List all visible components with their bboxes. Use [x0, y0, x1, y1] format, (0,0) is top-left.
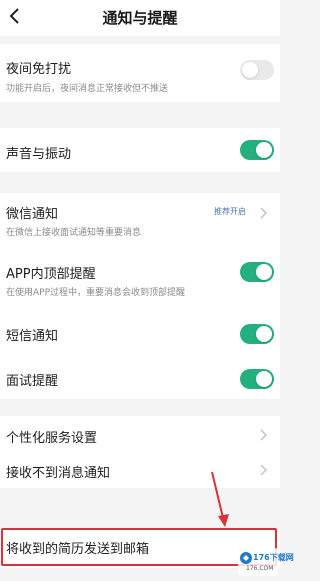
personalized-service-label: 个性化服务设置	[6, 431, 98, 446]
watermark-sub: 176.COM	[246, 565, 274, 572]
sound-vibration-toggle[interactable]	[240, 140, 274, 160]
interview-reminder-toggle[interactable]	[240, 369, 274, 389]
toggle-knob	[256, 371, 272, 387]
notification-group-card: 微信通知 在微信上接收面试通知等重要消息 推荐开启 APP内顶部提醒 在使用AP…	[0, 193, 280, 399]
sms-notify-toggle[interactable]	[240, 324, 274, 344]
sound-vibration-card: 声音与振动	[0, 128, 280, 172]
wechat-notify-label: 微信通知	[6, 207, 59, 222]
wechat-notify-description: 在微信上接收面试通知等重要消息	[6, 228, 142, 238]
watermark-brand: 176下载网	[253, 553, 294, 562]
night-dnd-toggle[interactable]	[240, 60, 274, 80]
no-messages-label: 接收不到消息通知	[6, 466, 111, 481]
annotation-highlight-box	[1, 528, 277, 566]
night-dnd-label: 夜间免打扰	[6, 62, 72, 77]
toggle-knob	[256, 326, 272, 342]
sound-vibration-label: 声音与振动	[6, 147, 72, 162]
chevron-right-icon	[260, 464, 268, 476]
in-app-banner-label: APP内顶部提醒	[6, 267, 96, 282]
site-logo-icon	[240, 552, 252, 564]
night-dnd-description: 功能开启后，夜间消息正常接收但不推送	[6, 84, 169, 94]
toggle-knob	[256, 264, 272, 280]
night-dnd-card: 夜间免打扰 功能开启后，夜间消息正常接收但不推送	[0, 44, 280, 102]
toggle-knob	[256, 142, 272, 158]
annotation-arrow-icon	[211, 471, 229, 527]
in-app-banner-toggle[interactable]	[240, 262, 274, 282]
page-title: 通知与提醒	[102, 9, 178, 27]
personalized-service-row[interactable]: 个性化服务设置	[0, 416, 280, 452]
in-app-banner-description: 在使用APP过程中，重要消息会收到顶部提醒	[6, 288, 186, 298]
header-bar: 通知与提醒	[0, 0, 280, 36]
interview-reminder-label: 面试提醒	[6, 374, 59, 389]
watermark: 176下载网 176.COM	[238, 548, 294, 576]
sms-notify-label: 短信通知	[6, 329, 59, 344]
in-app-banner-row: APP内顶部提醒 在使用APP过程中，重要消息会收到顶部提醒	[0, 257, 280, 303]
toggle-knob	[242, 62, 258, 78]
chevron-right-icon	[260, 207, 268, 219]
chevron-right-icon	[260, 429, 268, 441]
interview-reminder-row: 面试提醒	[0, 364, 280, 394]
wechat-notify-row[interactable]: 微信通知 在微信上接收面试通知等重要消息 推荐开启	[0, 193, 280, 245]
recommend-badge: 推荐开启	[214, 207, 246, 216]
sms-notify-row: 短信通知	[0, 319, 280, 349]
